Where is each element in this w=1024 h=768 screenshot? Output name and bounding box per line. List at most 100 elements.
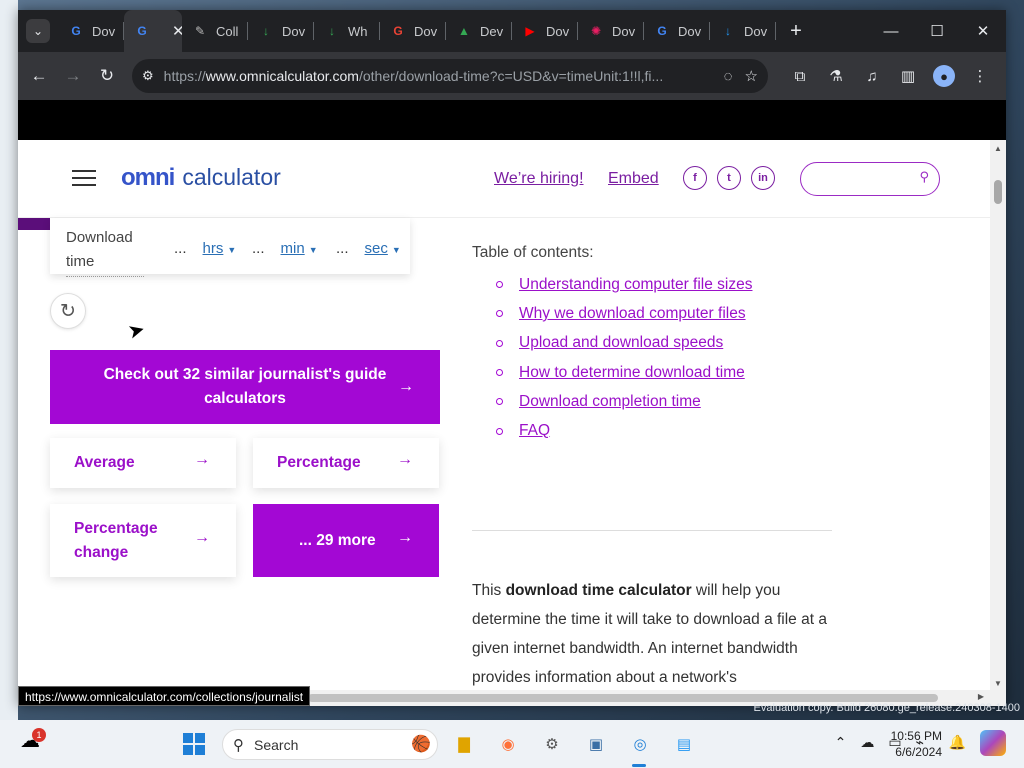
forward-button[interactable]: →: [60, 62, 86, 90]
mouse-pointer-icon: ➤: [125, 318, 148, 344]
tab-title: Dov: [744, 23, 768, 39]
minimize-button[interactable]: —: [868, 10, 914, 52]
percentage-card[interactable]: Percentage →: [253, 438, 439, 488]
notifications-bell-icon[interactable]: 🔔: [949, 734, 966, 751]
browser-toolbar: ← → ↻ ⚙ https://www.omnicalculator.com/o…: [18, 52, 1006, 100]
tab-title: Coll: [216, 23, 239, 39]
tab-title: Dov: [282, 23, 306, 39]
chrome-icon[interactable]: ◎: [626, 730, 654, 758]
seconds-field[interactable]: ... sec ▼: [336, 240, 401, 257]
minutes-unit-select[interactable]: min: [281, 240, 305, 257]
download-time-row: Download time ... hrs ▼ ... min ▼ ... sec ▼: [50, 218, 410, 277]
site-search-input[interactable]: ⚲: [800, 162, 940, 196]
facebook-icon[interactable]: f: [683, 166, 707, 190]
browser-tab[interactable]: ✺ Dov: [578, 10, 644, 52]
toc-link[interactable]: Download completion time: [519, 393, 701, 411]
search-icon[interactable]: ⚲: [919, 169, 929, 185]
scroll-right-icon[interactable]: ▶: [978, 692, 984, 701]
scroll-up-icon[interactable]: ▲: [990, 144, 1006, 153]
toc-item: Why we download computer files: [496, 299, 752, 328]
linkedin-icon[interactable]: in: [751, 166, 775, 190]
seconds-unit-select[interactable]: sec: [365, 240, 388, 257]
start-button[interactable]: [183, 733, 205, 755]
tab-title: Wh: [348, 23, 368, 39]
hamburger-menu-icon[interactable]: [72, 170, 96, 191]
toc-link[interactable]: FAQ: [519, 422, 550, 440]
toc-link[interactable]: How to determine download time: [519, 364, 745, 382]
bullet-icon: [496, 427, 503, 435]
browser-tab[interactable]: ▲ Dev: [446, 10, 512, 52]
tab-favicon-icon: ✺: [590, 24, 602, 38]
tab-favicon-icon: ✎: [194, 24, 206, 38]
horizontal-scroll-thumb[interactable]: [308, 694, 938, 702]
browser-tab[interactable]: ▶ Dov: [512, 10, 578, 52]
site-info-icon[interactable]: ⚙: [142, 68, 154, 84]
browser-tab[interactable]: ✎ Coll: [182, 10, 248, 52]
chevron-up-icon[interactable]: ⌃: [835, 734, 847, 751]
more-calculators-card[interactable]: ... 29 more →: [253, 504, 439, 577]
minutes-field[interactable]: ... min ▼: [252, 240, 318, 257]
browser-tab[interactable]: G Dov: [58, 10, 124, 52]
hours-unit-select[interactable]: hrs: [203, 240, 224, 257]
taskbar-search[interactable]: ⚲ Search 🏀: [222, 729, 438, 760]
bookmark-star-icon[interactable]: ☆: [745, 67, 758, 85]
average-card[interactable]: Average →: [50, 438, 236, 488]
scroll-down-icon[interactable]: ▼: [990, 679, 1006, 688]
reload-calculator-button[interactable]: ↻: [50, 293, 86, 329]
browser-tab[interactable]: ↓ Dov: [710, 10, 776, 52]
close-tab-icon[interactable]: ✕: [172, 22, 182, 40]
chevron-down-icon: ▼: [308, 245, 318, 255]
tab-list: G Dov G ✕ ✎ Coll ↓ Dov ↓ Wh G Dov ▲ Dev ▶ Dov ✺ Dov G Dov ↓ D…: [58, 10, 776, 52]
copilot-icon[interactable]: [980, 730, 1006, 756]
media-controls-icon[interactable]: ♫: [854, 68, 890, 85]
labs-flask-icon[interactable]: ⚗: [818, 67, 854, 85]
browser-tab[interactable]: ↓ Dov: [248, 10, 314, 52]
bullet-icon: [496, 339, 503, 347]
eye-slash-icon[interactable]: ◌: [724, 68, 733, 85]
arrow-right-icon: →: [397, 451, 413, 468]
clock[interactable]: 10:56 PM 6/6/2024: [891, 728, 942, 760]
hours-field[interactable]: ... hrs ▼: [174, 240, 236, 257]
photos-icon[interactable]: ▤: [670, 730, 698, 758]
similar-calculators-button[interactable]: Check out 32 similar journalist's guide …: [50, 350, 440, 424]
tab-search-button[interactable]: ⌄: [26, 19, 50, 43]
browser-tab[interactable]: G Dov: [644, 10, 710, 52]
vertical-scrollbar[interactable]: ▲ ▼: [990, 140, 1006, 690]
file-explorer-icon[interactable]: ▇: [450, 730, 478, 758]
new-tab-button[interactable]: +: [784, 20, 808, 43]
vertical-scroll-thumb[interactable]: [994, 180, 1002, 204]
hiring-link[interactable]: We’re hiring!: [494, 170, 584, 188]
toc-item: Upload and download speeds: [496, 329, 752, 358]
settings-gear-icon[interactable]: ⚙: [538, 730, 566, 758]
toc-link[interactable]: Why we download computer files: [519, 305, 746, 323]
browser-tab[interactable]: ↓ Wh: [314, 10, 380, 52]
chevron-down-icon: ▼: [227, 245, 237, 255]
back-button[interactable]: ←: [26, 62, 52, 90]
browser-tab[interactable]: G ✕: [124, 10, 182, 52]
embed-link[interactable]: Embed: [608, 170, 659, 188]
side-panel-icon[interactable]: ▥: [890, 67, 926, 85]
toc-link[interactable]: Understanding computer file sizes: [519, 276, 752, 294]
tab-favicon-icon: ▶: [525, 24, 535, 38]
tab-favicon-icon: ↓: [329, 24, 335, 38]
profile-avatar-icon[interactable]: ●: [933, 65, 955, 87]
close-window-button[interactable]: ✕: [960, 10, 1006, 52]
firefox-icon[interactable]: ◉: [494, 730, 522, 758]
address-bar[interactable]: ⚙ https://www.omnicalculator.com/other/d…: [132, 59, 768, 93]
arrow-right-icon: →: [194, 529, 210, 546]
onedrive-icon[interactable]: ☁: [860, 734, 874, 751]
percentage-change-card[interactable]: Percentage change →: [50, 504, 236, 577]
toc-item: How to determine download time: [496, 358, 752, 387]
reload-button[interactable]: ↻: [94, 62, 120, 90]
browser-tab[interactable]: G Dov: [380, 10, 446, 52]
tab-favicon-icon: G: [137, 24, 147, 38]
twitter-icon[interactable]: t: [717, 166, 741, 190]
menu-kebab-icon[interactable]: ⋮: [962, 67, 998, 85]
tab-favicon-icon: ↓: [263, 24, 269, 38]
extensions-icon[interactable]: ⧉: [782, 68, 818, 85]
tab-strip: ⌄ G Dov G ✕ ✎ Coll ↓ Dov ↓ Wh G Dov ▲ Dev ▶ Dov ✺ Dov G Dov…: [18, 10, 1006, 52]
omni-logo[interactable]: omni calculator: [121, 164, 281, 192]
toc-link[interactable]: Upload and download speeds: [519, 334, 723, 352]
network-app-icon[interactable]: ▣: [582, 730, 610, 758]
maximize-button[interactable]: ☐: [914, 10, 960, 52]
